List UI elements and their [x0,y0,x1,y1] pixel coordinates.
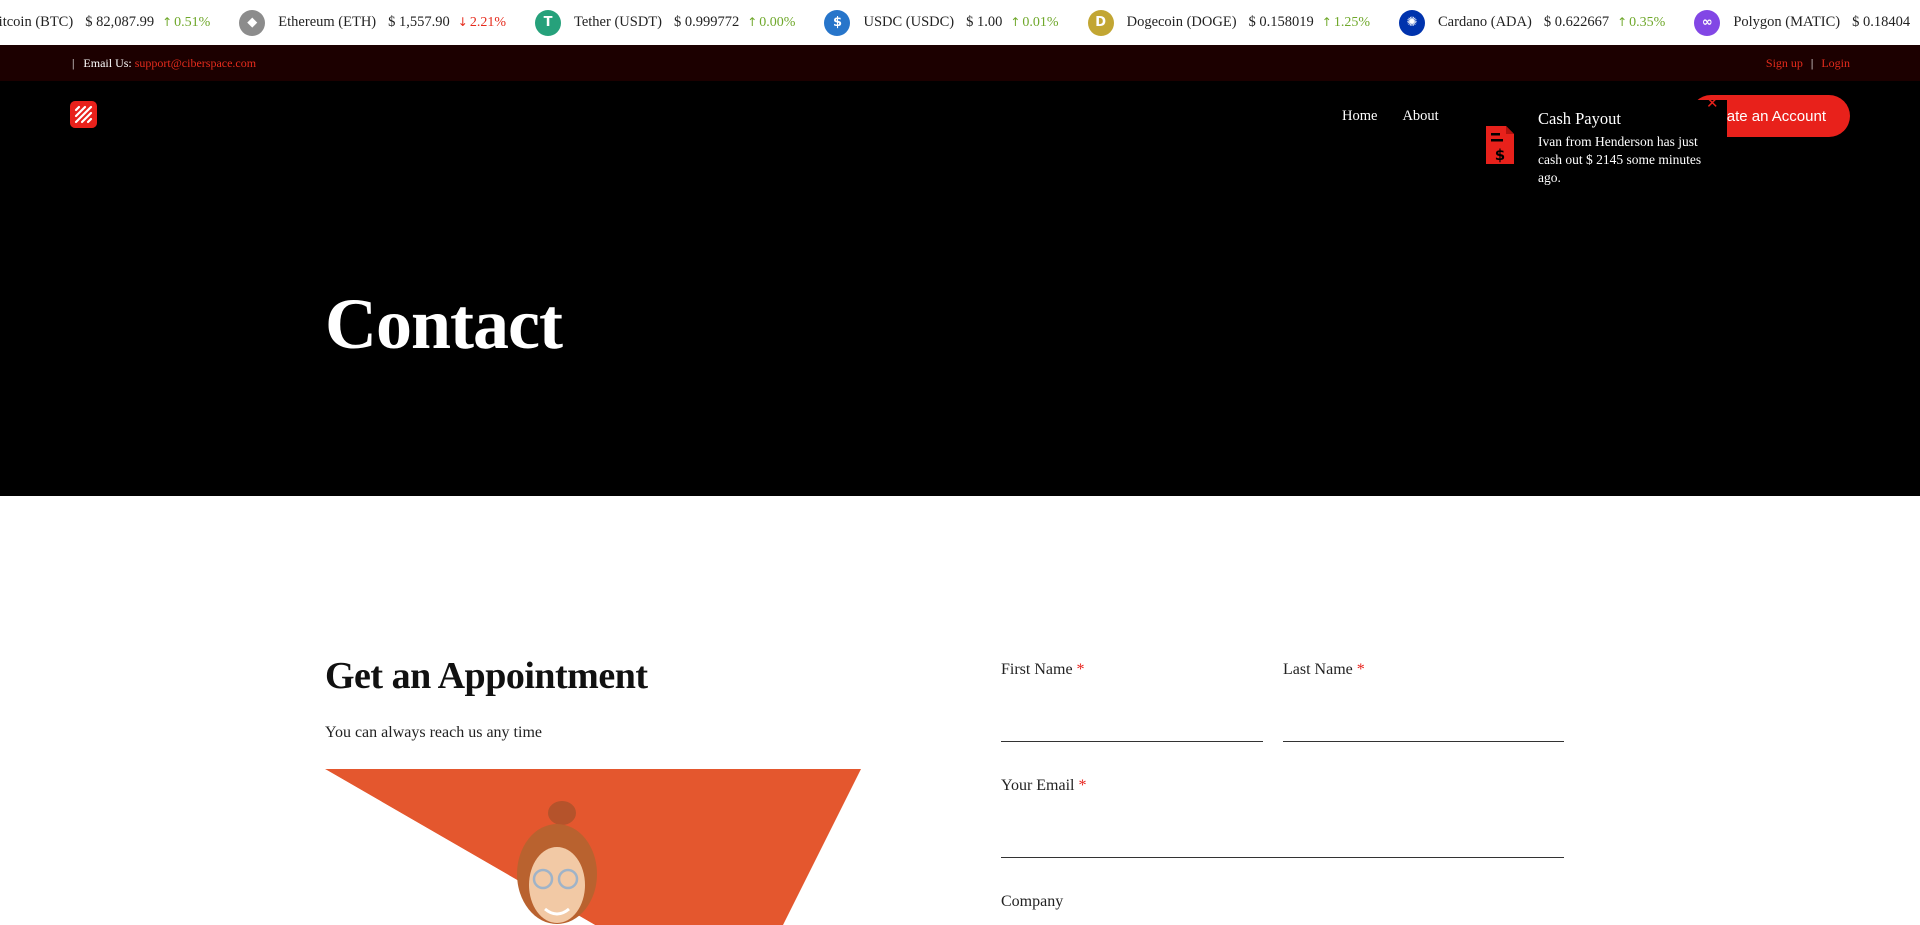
coin-price: $ 1,557.90 [388,14,450,30]
section-subtitle: You can always reach us any time [325,724,542,741]
signup-link[interactable]: Sign up [1766,56,1803,70]
ticker-item: ₿Bitcoin (BTC)$ 82,087.99↑0.51% [0,10,210,36]
email-link[interactable]: support@ciberspace.com [135,56,256,70]
price-change: ↑ 0.35% [1617,15,1665,31]
section-title: Get an Appointment [325,655,648,697]
price-change: ↑ 0.51% [162,15,210,31]
required-mark: * [1078,777,1087,794]
usdc-icon: $ [824,9,851,36]
ticker-item: T Tether (USDT) $ 0.999772 ↑ 0.00% [535,9,795,36]
first-name-label-text: First Name [1001,661,1073,678]
login-link[interactable]: Login [1821,56,1850,70]
arrow-up-icon: ↑ [1617,14,1628,29]
arrow-down-icon: ↓ [457,14,468,29]
separator: | [1810,56,1814,70]
required-mark: * [1356,661,1365,678]
polygon-icon: ∞ [1694,9,1721,36]
ticker-item: ✺ Cardano (ADA) $ 0.622667 ↑ 0.35% [1399,9,1665,36]
first-name-underline [1001,741,1263,742]
top-bar: | Email Us: support@ciberspace.com Sign … [0,45,1920,81]
price-change: ↓ 2.21% [458,15,506,31]
ticker-item: D Dogecoin (DOGE) $ 0.158019 ↑ 1.25% [1087,9,1370,36]
invoice-icon: $ [1484,124,1516,171]
coin-name: Ethereum (ETH) [278,14,377,30]
last-name-label-text: Last Name [1283,661,1353,678]
change-value: 0.01% [1022,14,1059,30]
price-change: ↑ 0.01% [1010,15,1058,31]
ticker-item: $ USDC (USDC) $ 1.00 ↑ 0.01% [824,9,1059,36]
coin-price: $ 0.18404 [1852,14,1911,30]
close-icon[interactable]: ✕ [1706,94,1719,112]
coin-name: Dogecoin (DOGE) [1126,14,1237,30]
change-value: 0.00% [759,14,796,30]
arrow-up-icon: ↑ [162,14,173,29]
company-input[interactable] [1001,915,1564,925]
ticker-track: ₿Bitcoin (BTC)$ 82,087.99↑0.51%◆Ethereum… [0,0,1920,45]
cardano-icon: ✺ [1399,9,1426,36]
company-label-text: Company [1001,893,1064,910]
email-label-text: Your Email [1001,777,1075,794]
coin-price: $ 0.999772 [673,14,740,30]
notification-title: Cash Payout [1538,109,1621,128]
main-nav: Home About [1342,108,1439,125]
arrow-up-icon: ↑ [747,14,758,29]
coin-price: $ 1.00 [966,14,1003,30]
last-name-underline [1283,741,1564,742]
page-title: Contact [325,284,563,364]
separator: | [72,56,75,70]
price-change: ↑ 0.00% [747,15,795,31]
required-mark: * [1076,661,1085,678]
ticker-item: ◆ Ethereum (ETH) $ 1,557.90 ↓ 2.21% [239,9,506,36]
coin-price: $ 0.622667 [1543,14,1610,30]
change-value: 1.25% [1333,14,1371,30]
email-label: Email Us: [83,56,132,70]
email-info: | Email Us: support@ciberspace.com [72,56,256,71]
first-name-input[interactable] [1001,700,1263,740]
tether-icon: T [535,9,561,36]
notification-message: Ivan from Henderson has just cash out $ … [1538,134,1702,185]
change-value: 0.51% [174,14,211,30]
appointment-illustration [325,769,861,925]
dogecoin-icon: D [1087,9,1114,36]
coin-name: Polygon (MATIC) [1733,14,1841,30]
coin-price: $ 0.158019 [1248,14,1314,30]
ticker-item: ∞Polygon (MATIC)$ 0.18404↑1.95% [1694,9,1920,36]
coin-name: Cardano (ADA) [1438,14,1532,30]
site-logo[interactable] [70,101,97,128]
coin-price: $ 82,087.99 [85,14,155,30]
change-value: 0.35% [1629,14,1666,30]
coin-name: USDC (USDC) [863,14,955,30]
last-name-label: Last Name * [1283,661,1365,679]
nav-about[interactable]: About [1402,108,1438,125]
crypto-ticker: ₿Bitcoin (BTC)$ 82,087.99↑0.51%◆Ethereum… [0,0,1920,45]
email-underline [1001,857,1564,858]
arrow-up-icon: ↑ [1010,14,1021,29]
email-label: Your Email * [1001,777,1087,795]
last-name-input[interactable] [1283,700,1564,740]
ethereum-icon: ◆ [239,9,266,36]
company-label: Company [1001,893,1063,911]
nav-home[interactable]: Home [1342,108,1377,125]
coin-name: Bitcoin (BTC) [0,14,74,30]
arrow-up-icon: ↑ [1321,14,1332,29]
first-name-label: First Name * [1001,661,1085,679]
change-value: 2.21% [469,14,506,30]
svg-text:$: $ [1495,146,1505,164]
email-input[interactable] [1001,816,1564,856]
account-links: Sign up | Login [1766,56,1850,71]
coin-name: Tether (USDT) [574,14,662,30]
price-change: ↑ 1.25% [1322,15,1370,31]
cash-payout-notification: $ Cash Payout Ivan from Henderson has ju… [1474,94,1727,195]
